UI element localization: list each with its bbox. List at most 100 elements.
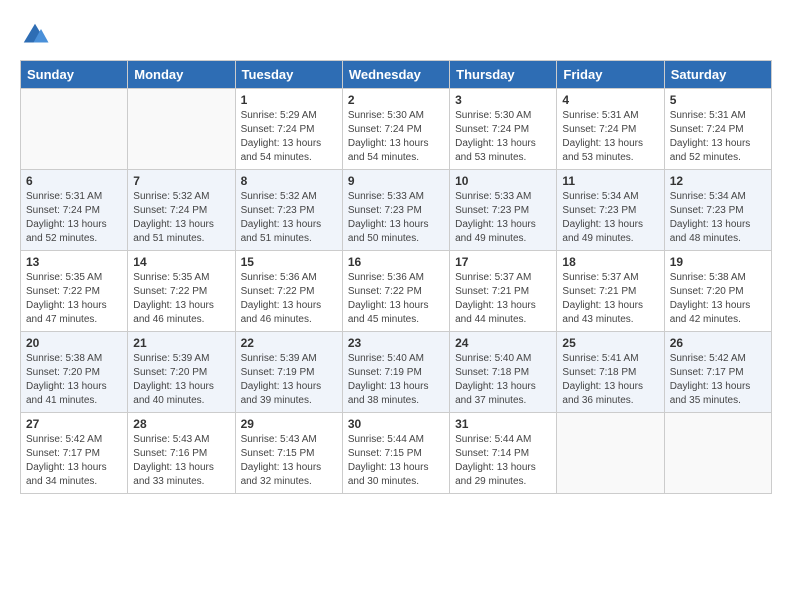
calendar-day: 21 Sunrise: 5:39 AM Sunset: 7:20 PM Dayli… — [128, 332, 235, 413]
day-number: 17 — [455, 255, 551, 269]
calendar-week-5: 27Sunrise: 5:42 AM Sunset: 7:17 PM Dayli… — [21, 413, 772, 494]
calendar-body: 1Sunrise: 5:29 AM Sunset: 7:24 PM Daylig… — [21, 89, 772, 494]
calendar: SundayMondayTuesdayWednesdayThursdayFrid… — [20, 60, 772, 494]
day-info: Sunrise: 5:41 AM Sunset: 7:18 PM Dayligh… — [562, 352, 658, 408]
day-info: Sunrise: 5:32 AM Sunset: 7:24 PM Dayligh… — [133, 190, 229, 246]
calendar-day: 13Sunrise: 5:35 AM Sunset: 7:22 PM Dayli… — [21, 251, 128, 332]
calendar-header-monday: Monday — [128, 61, 235, 89]
day-number: 6 — [26, 174, 122, 188]
logo-icon — [20, 20, 50, 50]
calendar-day: 12 Sunrise: 5:34 AM Sunset: 7:23 PM Dayli… — [664, 170, 771, 251]
calendar-day: 2 Sunrise: 5:30 AM Sunset: 7:24 PM Daylig… — [342, 89, 449, 170]
day-info: Sunrise: 5:42 AM Sunset: 7:17 PM Dayligh… — [670, 352, 766, 408]
calendar-day: 26 Sunrise: 5:42 AM Sunset: 7:17 PM Dayli… — [664, 332, 771, 413]
day-number: 21 — [133, 336, 229, 350]
day-info: Sunrise: 5:36 AM Sunset: 7:22 PM Dayligh… — [241, 271, 337, 327]
calendar-day: 27Sunrise: 5:42 AM Sunset: 7:17 PM Dayli… — [21, 413, 128, 494]
calendar-day: 30 Sunrise: 5:44 AM Sunset: 7:15 PM Dayli… — [342, 413, 449, 494]
calendar-header-wednesday: Wednesday — [342, 61, 449, 89]
day-info: Sunrise: 5:37 AM Sunset: 7:21 PM Dayligh… — [562, 271, 658, 327]
day-info: Sunrise: 5:44 AM Sunset: 7:14 PM Dayligh… — [455, 433, 551, 489]
day-info: Sunrise: 5:33 AM Sunset: 7:23 PM Dayligh… — [455, 190, 551, 246]
day-number: 25 — [562, 336, 658, 350]
calendar-day: 9 Sunrise: 5:33 AM Sunset: 7:23 PM Daylig… — [342, 170, 449, 251]
calendar-week-3: 13Sunrise: 5:35 AM Sunset: 7:22 PM Dayli… — [21, 251, 772, 332]
calendar-week-1: 1Sunrise: 5:29 AM Sunset: 7:24 PM Daylig… — [21, 89, 772, 170]
calendar-day: 14 Sunrise: 5:35 AM Sunset: 7:22 PM Dayli… — [128, 251, 235, 332]
day-info: Sunrise: 5:40 AM Sunset: 7:19 PM Dayligh… — [348, 352, 444, 408]
day-number: 9 — [348, 174, 444, 188]
day-number: 11 — [562, 174, 658, 188]
calendar-week-4: 20 Sunrise: 5:38 AM Sunset: 7:20 PM Dayli… — [21, 332, 772, 413]
calendar-header-tuesday: Tuesday — [235, 61, 342, 89]
day-number: 31 — [455, 417, 551, 431]
day-info: Sunrise: 5:34 AM Sunset: 7:23 PM Dayligh… — [670, 190, 766, 246]
calendar-day — [664, 413, 771, 494]
calendar-day: 22Sunrise: 5:39 AM Sunset: 7:19 PM Dayli… — [235, 332, 342, 413]
calendar-header-sunday: Sunday — [21, 61, 128, 89]
day-number: 27 — [26, 417, 122, 431]
day-number: 29 — [241, 417, 337, 431]
calendar-day: 25 Sunrise: 5:41 AM Sunset: 7:18 PM Dayli… — [557, 332, 664, 413]
day-number: 24 — [455, 336, 551, 350]
calendar-day: 16 Sunrise: 5:36 AM Sunset: 7:22 PM Dayli… — [342, 251, 449, 332]
day-info: Sunrise: 5:32 AM Sunset: 7:23 PM Dayligh… — [241, 190, 337, 246]
day-number: 14 — [133, 255, 229, 269]
logo — [20, 20, 54, 50]
day-number: 2 — [348, 93, 444, 107]
calendar-day: 4Sunrise: 5:31 AM Sunset: 7:24 PM Daylig… — [557, 89, 664, 170]
day-number: 10 — [455, 174, 551, 188]
calendar-header-saturday: Saturday — [664, 61, 771, 89]
day-info: Sunrise: 5:35 AM Sunset: 7:22 PM Dayligh… — [26, 271, 122, 327]
day-info: Sunrise: 5:36 AM Sunset: 7:22 PM Dayligh… — [348, 271, 444, 327]
day-number: 12 — [670, 174, 766, 188]
day-number: 7 — [133, 174, 229, 188]
day-number: 16 — [348, 255, 444, 269]
day-number: 19 — [670, 255, 766, 269]
calendar-day — [21, 89, 128, 170]
day-number: 26 — [670, 336, 766, 350]
day-info: Sunrise: 5:38 AM Sunset: 7:20 PM Dayligh… — [670, 271, 766, 327]
calendar-day — [128, 89, 235, 170]
calendar-day: 31 Sunrise: 5:44 AM Sunset: 7:14 PM Dayli… — [450, 413, 557, 494]
calendar-day: 5 Sunrise: 5:31 AM Sunset: 7:24 PM Daylig… — [664, 89, 771, 170]
day-info: Sunrise: 5:30 AM Sunset: 7:24 PM Dayligh… — [455, 109, 551, 165]
day-info: Sunrise: 5:30 AM Sunset: 7:24 PM Dayligh… — [348, 109, 444, 165]
calendar-day: 3Sunrise: 5:30 AM Sunset: 7:24 PM Daylig… — [450, 89, 557, 170]
day-number: 4 — [562, 93, 658, 107]
day-number: 5 — [670, 93, 766, 107]
day-info: Sunrise: 5:31 AM Sunset: 7:24 PM Dayligh… — [670, 109, 766, 165]
day-info: Sunrise: 5:38 AM Sunset: 7:20 PM Dayligh… — [26, 352, 122, 408]
page-header — [20, 20, 772, 50]
calendar-day: 15 Sunrise: 5:36 AM Sunset: 7:22 PM Dayli… — [235, 251, 342, 332]
calendar-day: 10 Sunrise: 5:33 AM Sunset: 7:23 PM Dayli… — [450, 170, 557, 251]
day-info: Sunrise: 5:39 AM Sunset: 7:20 PM Dayligh… — [133, 352, 229, 408]
day-info: Sunrise: 5:31 AM Sunset: 7:24 PM Dayligh… — [26, 190, 122, 246]
day-info: Sunrise: 5:43 AM Sunset: 7:15 PM Dayligh… — [241, 433, 337, 489]
calendar-day: 17 Sunrise: 5:37 AM Sunset: 7:21 PM Dayli… — [450, 251, 557, 332]
day-info: Sunrise: 5:37 AM Sunset: 7:21 PM Dayligh… — [455, 271, 551, 327]
calendar-day: 7 Sunrise: 5:32 AM Sunset: 7:24 PM Daylig… — [128, 170, 235, 251]
calendar-day: 24Sunrise: 5:40 AM Sunset: 7:18 PM Dayli… — [450, 332, 557, 413]
day-number: 22 — [241, 336, 337, 350]
day-info: Sunrise: 5:34 AM Sunset: 7:23 PM Dayligh… — [562, 190, 658, 246]
day-info: Sunrise: 5:44 AM Sunset: 7:15 PM Dayligh… — [348, 433, 444, 489]
calendar-header-thursday: Thursday — [450, 61, 557, 89]
calendar-day: 20 Sunrise: 5:38 AM Sunset: 7:20 PM Dayli… — [21, 332, 128, 413]
calendar-header-row: SundayMondayTuesdayWednesdayThursdayFrid… — [21, 61, 772, 89]
day-info: Sunrise: 5:33 AM Sunset: 7:23 PM Dayligh… — [348, 190, 444, 246]
calendar-header-friday: Friday — [557, 61, 664, 89]
day-number: 23 — [348, 336, 444, 350]
day-info: Sunrise: 5:43 AM Sunset: 7:16 PM Dayligh… — [133, 433, 229, 489]
day-info: Sunrise: 5:29 AM Sunset: 7:24 PM Dayligh… — [241, 109, 337, 165]
calendar-day: 19 Sunrise: 5:38 AM Sunset: 7:20 PM Dayli… — [664, 251, 771, 332]
day-number: 8 — [241, 174, 337, 188]
day-info: Sunrise: 5:35 AM Sunset: 7:22 PM Dayligh… — [133, 271, 229, 327]
day-number: 15 — [241, 255, 337, 269]
calendar-day: 1Sunrise: 5:29 AM Sunset: 7:24 PM Daylig… — [235, 89, 342, 170]
calendar-week-2: 6 Sunrise: 5:31 AM Sunset: 7:24 PM Daylig… — [21, 170, 772, 251]
day-number: 20 — [26, 336, 122, 350]
calendar-day: 23 Sunrise: 5:40 AM Sunset: 7:19 PM Dayli… — [342, 332, 449, 413]
calendar-day: 28Sunrise: 5:43 AM Sunset: 7:16 PM Dayli… — [128, 413, 235, 494]
day-number: 30 — [348, 417, 444, 431]
